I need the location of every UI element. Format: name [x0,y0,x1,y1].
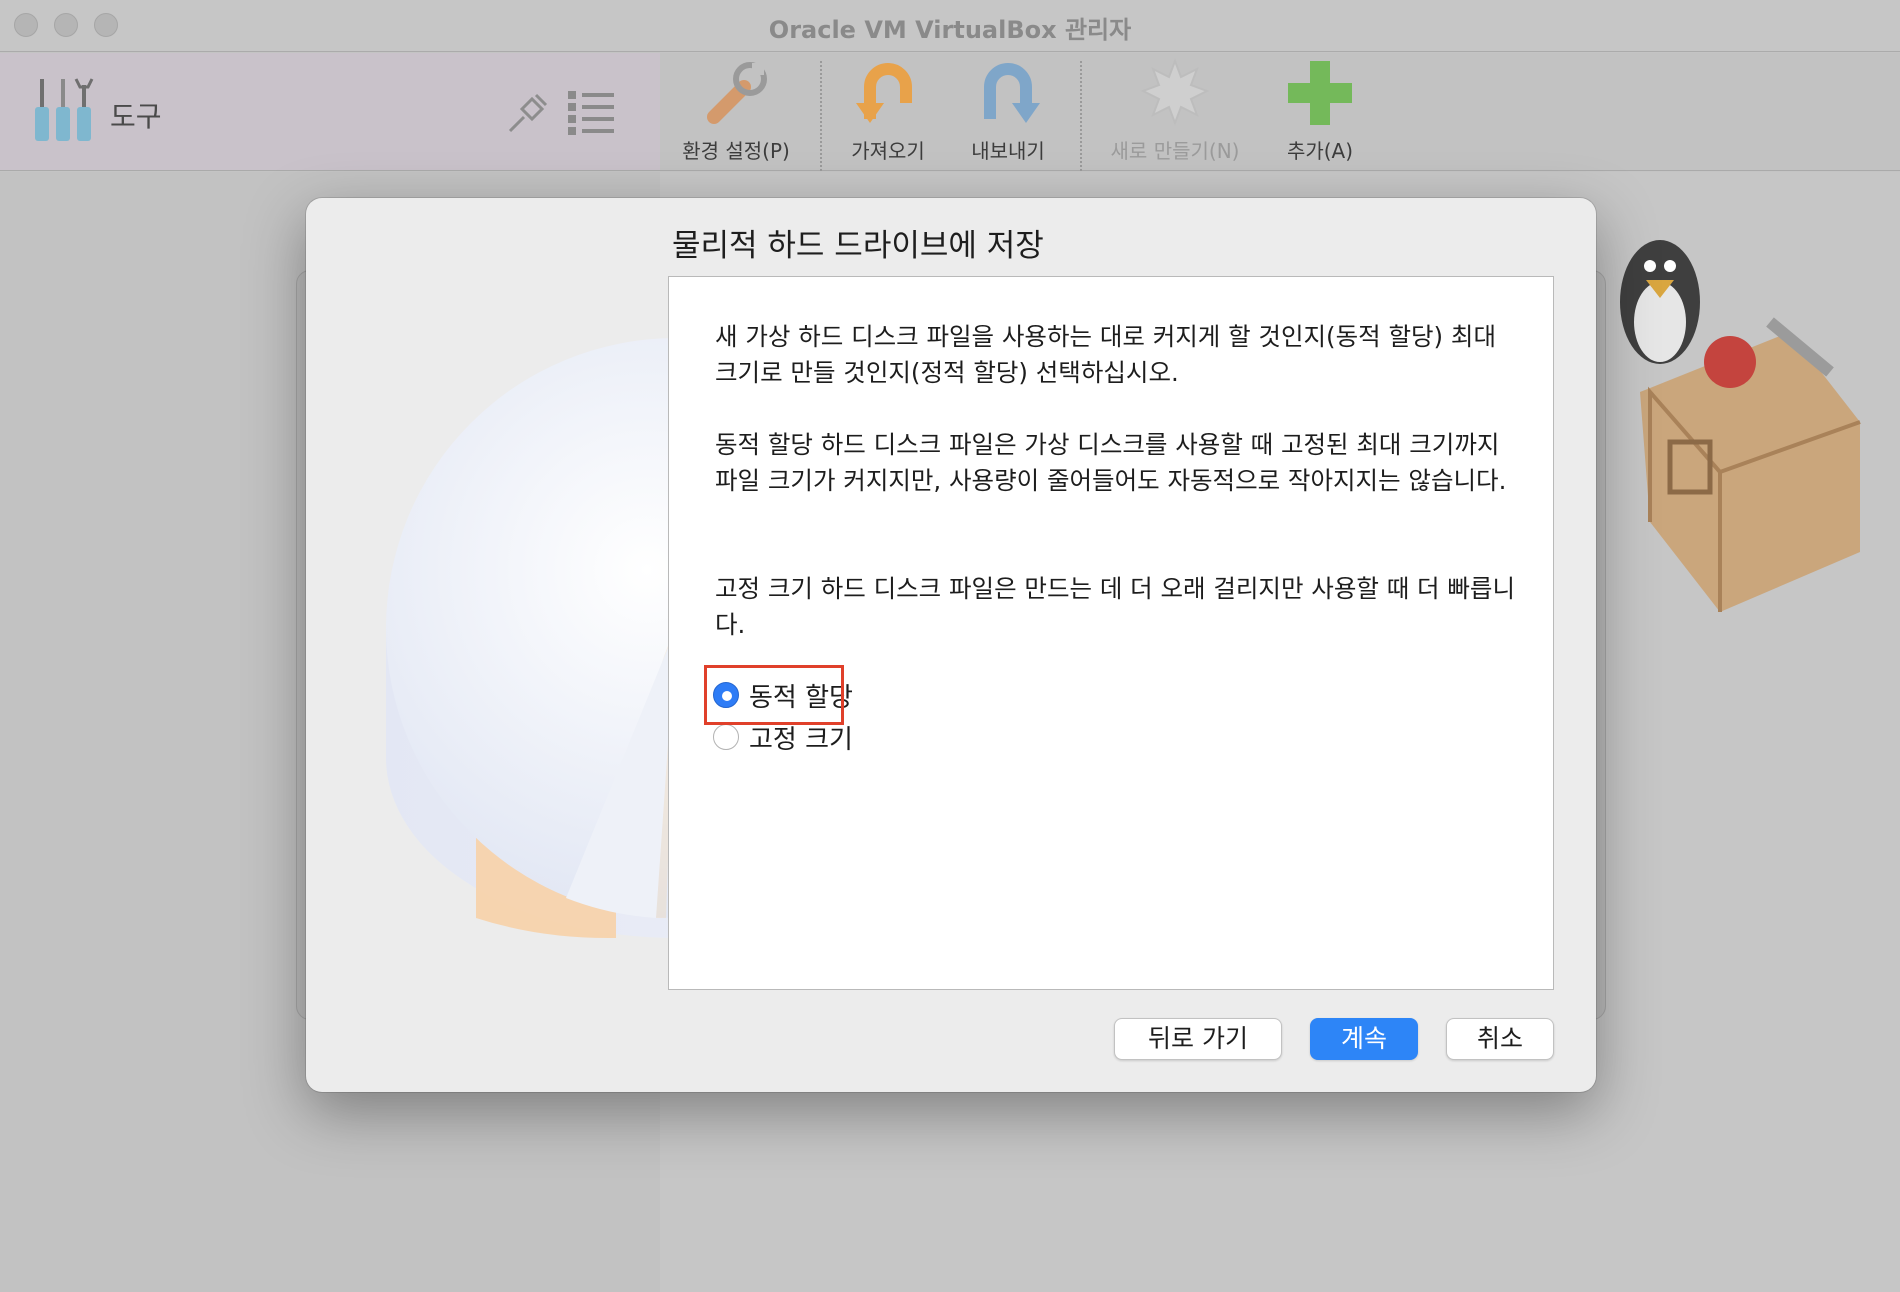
add-button[interactable]: 추가(A) [1270,53,1370,171]
tools-pane[interactable]: 도구 [0,53,660,171]
import-button[interactable]: 가져오기 [838,53,938,171]
continue-button[interactable]: 계속 [1310,1018,1418,1060]
title-bar: Oracle VM VirtualBox 관리자 [0,0,1900,52]
welcome-illustration-icon [1620,240,1861,612]
new-button[interactable]: 새로 만들기(N) [1100,53,1250,171]
toolbar-separator [1080,61,1082,171]
fixed-size-radio[interactable] [713,724,739,750]
wrench-icon [707,62,767,124]
plus-icon [1288,61,1352,125]
tools-icon [35,78,94,141]
new-star-icon [1140,58,1210,126]
back-button[interactable]: 뒤로 가기 [1114,1018,1282,1060]
main-toolbar: 환경 설정(P) 가져오기 내보내기 새로 만들기(N) 추가(A) [660,53,1900,171]
selection-highlight [704,665,844,725]
toolbar-separator [820,61,822,171]
content-panel: 새 가상 하드 디스크 파일을 사용하는 대로 커지게 할 것인지(동적 할당)… [668,276,1554,990]
preferences-button[interactable]: 환경 설정(P) [672,53,800,171]
pin-icon[interactable] [502,89,552,139]
virtual-disk-wizard-dialog: 물리적 하드 드라이브에 저장 새 가상 하드 디스크 파일을 사용하는 대로 … [306,198,1596,1092]
window-title: Oracle VM VirtualBox 관리자 [768,16,1132,44]
export-arrow-icon [984,63,1040,123]
export-button[interactable]: 내보내기 [958,53,1058,171]
dynamic-description-text: 동적 할당 하드 디스크 파일은 가상 디스크를 사용할 때 고정된 최대 크기… [715,430,1507,495]
tools-label: 도구 [110,100,162,133]
list-menu-icon[interactable] [566,89,616,135]
dialog-title: 물리적 하드 드라이브에 저장 [672,228,1044,264]
cancel-button[interactable]: 취소 [1446,1018,1554,1060]
import-arrow-icon [856,63,912,123]
fixed-description-text: 고정 크기 하드 디스크 파일은 만드는 데 더 오래 걸리지만 사용할 때 더… [715,574,1515,639]
intro-text: 새 가상 하드 디스크 파일을 사용하는 대로 커지게 할 것인지(동적 할당)… [715,322,1496,387]
